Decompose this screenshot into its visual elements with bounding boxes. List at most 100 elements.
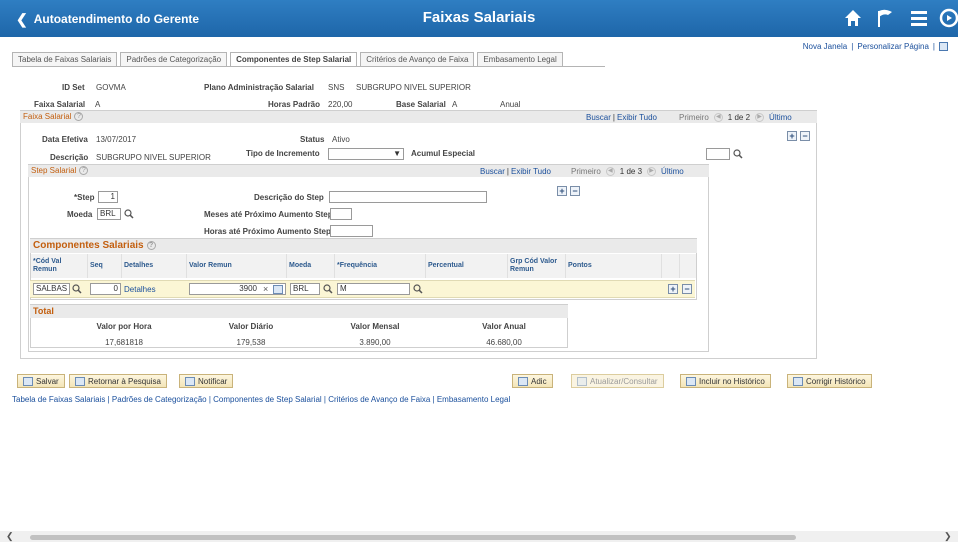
include-history-icon [686,376,696,386]
total-col-header: Valor Diário [228,322,274,331]
notify-button[interactable]: Notificar [179,374,234,388]
horas-padrao-label: Horas Padrão [268,100,321,109]
page-title: Faixas Salariais [422,9,536,26]
update-icon [577,376,587,386]
faixa-label: Faixa Salarial [34,100,86,109]
search-icon[interactable] [72,284,82,294]
horas-step-label: Horas até Próximo Aumento Step [204,227,331,236]
base-label: Base Salarial [396,100,446,109]
step-input[interactable]: 1 [98,191,118,203]
tipo-incremento-label: Tipo de Incremento [246,149,320,158]
prev-arrow-icon[interactable]: ◀ [605,167,615,176]
return-to-search-button[interactable]: Retornar à Pesquisa [69,374,167,388]
column-header: Pontos [566,254,662,278]
faixa-section-title: Faixa Salarial [23,112,72,121]
tab-padroes[interactable]: Padrões de Categorização [120,52,228,67]
meses-label: Meses até Próximo Aumento Step [204,210,333,219]
add-row-button[interactable]: + [787,131,797,141]
calculator-icon[interactable] [273,285,283,294]
tab-tabela-faixas[interactable]: Tabela de Faixas Salariais [12,52,118,67]
search-icon[interactable] [323,284,333,294]
last-link[interactable]: Último [661,167,684,176]
next-arrow-icon[interactable]: ▶ [647,167,657,176]
tab-criterios[interactable]: Critérios de Avanço de Faixa [360,52,475,67]
first-label: Primeiro [571,167,601,176]
tab-componentes[interactable]: Componentes de Step Salarial [230,52,358,67]
idset-value: GOVMA [96,83,126,92]
tab-bar: Tabela de Faixas Salariais Padrões de Ca… [12,52,566,67]
column-header: Seq [88,254,122,278]
include-history-button[interactable]: Incluir no Histórico [680,374,771,388]
componentes-title: Componentes Salariais [33,240,144,251]
search-icon[interactable] [124,209,134,219]
next-arrow-icon[interactable]: ▶ [755,113,765,122]
acumul-input[interactable] [706,148,730,160]
scroll-left-icon[interactable]: ❮ [6,531,14,542]
page-links: Nova Janela | Personalizar Página | [803,42,948,51]
tab-embasamento[interactable]: Embasamento Legal [477,52,563,67]
grid-icon[interactable] [939,42,948,51]
horas-step-input[interactable] [330,225,373,237]
update-display-button[interactable]: Atualizar/Consultar [571,374,664,388]
cod-val-remun-input[interactable]: SALBAS [33,283,70,295]
acumul-label: Acumul Especial [411,149,476,158]
add-row-button[interactable]: + [668,284,678,294]
scrollbar-thumb[interactable] [30,535,796,540]
dropdown-arrow-icon: ▼ [393,149,401,158]
column-header: Valor Remun [187,254,287,278]
position-label: 1 de 2 [727,113,751,122]
view-all-link[interactable]: Exibir Tudo [617,113,657,122]
home-icon[interactable] [842,7,864,29]
tab-underline [12,66,605,67]
scroll-right-icon[interactable]: ❯ [944,531,952,542]
base-period: Anual [500,100,521,109]
clear-icon[interactable]: × [263,284,268,294]
menu-icon[interactable] [908,7,930,29]
delete-row-button[interactable]: − [570,186,580,196]
desc-step-input[interactable] [329,191,487,203]
delete-row-button[interactable]: − [800,131,810,141]
seq-input[interactable]: 0 [90,283,121,295]
find-link[interactable]: Buscar [586,113,611,122]
help-icon[interactable]: ? [79,166,89,176]
detalhes-link[interactable]: Detalhes [124,285,156,294]
moeda-row-input[interactable]: BRL [290,283,320,295]
view-all-link[interactable]: Exibir Tudo [511,167,551,176]
componentes-header: Componentes Salariais? [30,239,697,253]
step-section-title: Step Salarial [31,166,77,175]
navbar-icon[interactable] [938,7,958,29]
help-icon[interactable]: ? [146,240,156,250]
save-button[interactable]: Salvar [17,374,65,388]
add-icon [518,376,528,386]
search-icon[interactable] [413,284,423,294]
find-link[interactable]: Buscar [480,167,505,176]
new-window-link[interactable]: Nova Janela [803,42,847,51]
valor-mensal-value: 3.890,00 [359,338,391,347]
status-value: Ativo [332,135,350,144]
column-header: *Cód Val Remun [31,254,88,278]
moeda-input[interactable]: BRL [97,208,121,220]
frequencia-input[interactable]: M [337,283,410,295]
add-row-button[interactable]: + [557,186,567,196]
personalize-link[interactable]: Personalizar Página [857,42,929,51]
nav-separator: | [612,113,615,122]
total-col-header: Valor Anual [482,322,526,331]
prev-arrow-icon[interactable]: ◀ [713,113,723,122]
tipo-incremento-select[interactable]: ▼ [328,148,404,160]
valor-remun-input[interactable]: 3900 [189,283,286,295]
correct-history-button[interactable]: Corrigir Histórico [787,374,872,388]
step-label: *Step [74,193,95,202]
meses-input[interactable] [330,208,352,220]
first-label: Primeiro [679,113,709,122]
help-icon[interactable]: ? [74,112,84,122]
add-button[interactable]: Adic [512,374,553,388]
delete-row-button[interactable]: − [682,284,692,294]
total-col-header: Valor por Hora [96,322,152,331]
flag-icon[interactable] [874,7,896,29]
column-header: Moeda [287,254,335,278]
last-link[interactable]: Último [769,113,792,122]
horas-padrao-value: 220,00 [328,100,353,109]
plano-desc: SUBGRUPO NIVEL SUPERIOR [356,83,471,92]
bottom-page-links[interactable]: Tabela de Faixas Salariais | Padrões de … [12,395,510,404]
search-icon[interactable] [733,149,743,159]
